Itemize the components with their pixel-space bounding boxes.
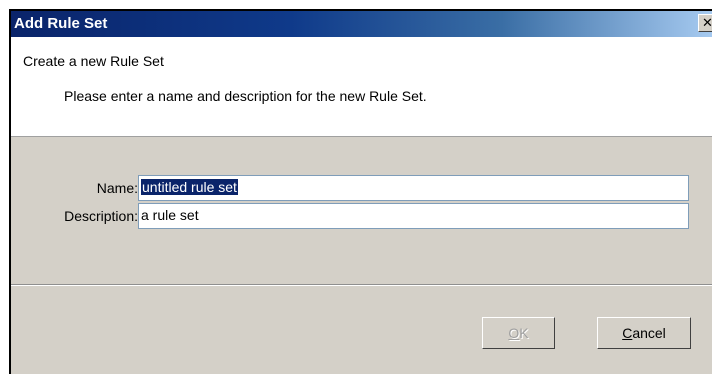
- description-label: Description:: [64, 208, 138, 224]
- title-bar[interactable]: Add Rule Set ✕: [11, 11, 712, 37]
- dialog-title: Add Rule Set: [14, 15, 108, 32]
- cancel-label-rest: ancel: [632, 325, 666, 341]
- add-rule-set-dialog: Add Rule Set ✕ Create a new Rule Set Ple…: [9, 9, 712, 374]
- dialog-header: Create a new Rule Set Please enter a nam…: [11, 37, 712, 137]
- name-field[interactable]: untitled rule set: [138, 175, 689, 201]
- cancel-button[interactable]: Cancel: [597, 317, 691, 349]
- form-area: Name: untitled rule set Description: a r…: [11, 137, 712, 273]
- ok-label-rest: K: [519, 325, 529, 341]
- name-field-value: untitled rule set: [141, 179, 238, 195]
- header-description: Please enter a name and description for …: [64, 88, 427, 104]
- button-separator: [11, 284, 712, 286]
- header-title: Create a new Rule Set: [23, 53, 164, 69]
- cancel-mnemonic: C: [622, 325, 633, 341]
- close-icon[interactable]: ✕: [698, 14, 712, 32]
- description-field[interactable]: a rule set: [138, 203, 689, 229]
- description-row: Description: a rule set: [11, 203, 712, 229]
- name-row: Name: untitled rule set: [11, 175, 712, 201]
- name-label: Name:: [96, 180, 138, 196]
- description-field-value: a rule set: [141, 207, 199, 223]
- ok-button[interactable]: OK: [482, 317, 555, 349]
- ok-mnemonic: O: [508, 325, 520, 341]
